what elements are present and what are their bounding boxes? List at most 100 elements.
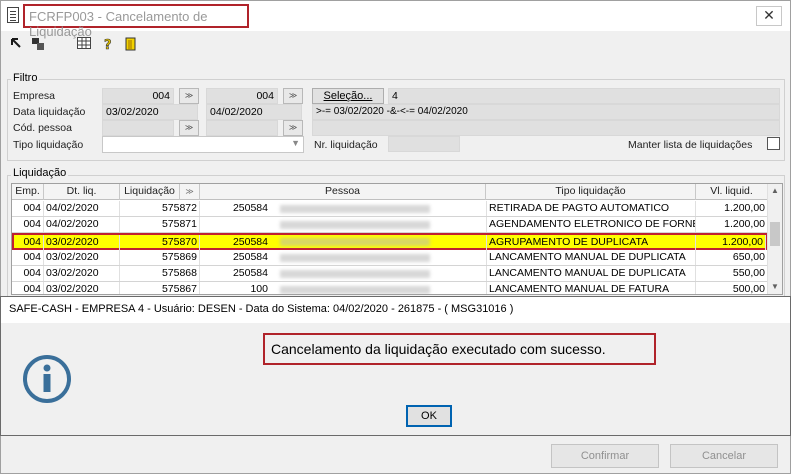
cell-valor: 500,00 — [696, 282, 768, 294]
redacted-name — [280, 238, 430, 246]
table-scrollbar[interactable]: ▲ ▼ — [767, 184, 782, 294]
selecao-button[interactable]: Seleção... — [312, 88, 384, 104]
cell-liq: 575869 — [120, 250, 200, 265]
windows-icon[interactable] — [31, 37, 45, 51]
cell-liq: 575872 — [120, 201, 200, 216]
cell-liq: 575870 — [120, 235, 200, 250]
confirmar-button[interactable]: Confirmar — [551, 444, 659, 468]
empresa-label: Empresa — [13, 90, 56, 102]
header-tipo-liquidacao[interactable]: Tipo liquidação — [486, 184, 696, 200]
empresa-to-field[interactable]: 004 — [206, 88, 278, 104]
cell-dt: 04/02/2020 — [44, 201, 120, 216]
empresa-to-lookup-button[interactable]: ≫ — [283, 88, 303, 104]
cod-pessoa-desc-field — [312, 120, 780, 136]
redacted-name — [280, 254, 430, 262]
cell-cod: 250584 — [232, 202, 268, 214]
table-row[interactable]: 004 03/02/2020 575869 250584 LANCAMENTO … — [12, 250, 768, 266]
cod-pessoa-from-field[interactable] — [102, 120, 174, 136]
cell-cod: 250584 — [232, 251, 268, 263]
cod-pessoa-from-lookup-button[interactable]: ≫ — [179, 120, 199, 136]
tipo-liquidacao-select[interactable]: ▼ — [102, 136, 304, 153]
liquidacao-group-title: Liquidação — [11, 167, 69, 179]
table-row[interactable]: 004 04/02/2020 575871 AGENDAMENTO ELETRO… — [12, 217, 768, 233]
cell-emp: 004 — [12, 250, 44, 265]
tipo-liquidacao-label: Tipo liquidação — [13, 139, 84, 151]
cell-cod: 250584 — [232, 267, 268, 279]
cell-tipo: LANCAMENTO MANUAL DE FATURA — [486, 282, 696, 294]
cell-emp: 004 — [12, 217, 44, 232]
nr-liquidacao-label: Nr. liquidação — [314, 139, 378, 151]
cod-pessoa-to-lookup-button[interactable]: ≫ — [283, 120, 303, 136]
cell-tipo: LANCAMENTO MANUAL DE DUPLICATA — [486, 266, 696, 281]
help-icon[interactable]: ? — [101, 37, 115, 54]
cell-valor: 1.200,00 — [696, 217, 768, 232]
scroll-up-icon[interactable]: ▲ — [771, 186, 779, 195]
header-emp[interactable]: Emp. — [12, 184, 44, 200]
exit-door-icon[interactable] — [124, 37, 138, 51]
cell-liq: 575867 — [120, 282, 200, 294]
cell-valor: 1.200,00 — [696, 235, 766, 250]
cell-cod: 100 — [250, 283, 268, 295]
selecao-expression-field: >-= 03/02/2020 -&-<-= 04/02/2020 — [312, 104, 780, 120]
cell-dt: 03/02/2020 — [44, 250, 120, 265]
filter-group-title: Filtro — [11, 72, 40, 84]
redacted-name — [280, 221, 430, 229]
table-row[interactable]: 004 03/02/2020 575868 250584 LANCAMENTO … — [12, 266, 768, 282]
cell-dt: 04/02/2020 — [44, 217, 120, 232]
header-pessoa[interactable]: Pessoa — [200, 184, 486, 200]
document-icon — [7, 7, 19, 23]
cancelar-button[interactable]: Cancelar — [670, 444, 778, 468]
empresa-from-lookup-button[interactable]: ≫ — [179, 88, 199, 104]
toolbar: ? — [1, 31, 790, 57]
table-header: Emp. Dt. liq. Liquidação ≫ Pessoa Tipo l… — [12, 184, 768, 200]
cell-liq: 575868 — [120, 266, 200, 281]
cell-dt: 03/02/2020 — [44, 282, 120, 294]
dialog-title: SAFE-CASH - EMPRESA 4 - Usuário: DESEN -… — [1, 297, 790, 323]
selecao-count-field: 4 — [388, 88, 780, 104]
cell-tipo: AGENDAMENTO ELETRONICO DE FORNEC — [486, 217, 696, 232]
grid-icon[interactable] — [77, 37, 91, 51]
data-to-field[interactable]: 04/02/2020 — [206, 104, 302, 120]
cell-emp: 004 — [12, 282, 44, 294]
cell-dt: 03/02/2020 — [44, 266, 120, 281]
message-dialog: SAFE-CASH - EMPRESA 4 - Usuário: DESEN -… — [0, 296, 791, 436]
title-highlight: FCRFP003 - Cancelamento de Liquidação — [23, 4, 249, 39]
info-icon — [22, 354, 72, 404]
cell-valor: 1.200,00 — [696, 201, 768, 216]
data-liquidacao-label: Data liquidação — [13, 106, 86, 118]
scroll-down-icon[interactable]: ▼ — [771, 282, 779, 291]
cell-liq: 575871 — [120, 217, 200, 232]
header-liquidacao[interactable]: Liquidação — [120, 184, 180, 200]
liquidacao-table[interactable]: Emp. Dt. liq. Liquidação ≫ Pessoa Tipo l… — [11, 183, 783, 295]
chevron-down-icon: ▼ — [291, 138, 300, 148]
cell-emp: 004 — [12, 201, 44, 216]
close-button[interactable]: ✕ — [756, 6, 782, 26]
header-vl-liquid[interactable]: Vl. liquid. — [696, 184, 768, 200]
nr-liquidacao-field[interactable] — [388, 136, 460, 152]
manter-lista-checkbox[interactable] — [767, 137, 780, 150]
svg-text:?: ? — [104, 38, 112, 51]
table-row[interactable]: 004 03/02/2020 575867 100 LANCAMENTO MAN… — [12, 282, 768, 295]
data-from-field[interactable]: 03/02/2020 — [102, 104, 198, 120]
scroll-thumb[interactable] — [770, 222, 780, 246]
cod-pessoa-label: Cód. pessoa — [13, 122, 72, 134]
empresa-from-field[interactable]: 004 — [102, 88, 174, 104]
title-bar: FCRFP003 - Cancelamento de Liquidação ✕ — [1, 1, 790, 39]
header-dt-liq[interactable]: Dt. liq. — [44, 184, 120, 200]
dialog-message: Cancelamento da liquidação executado com… — [263, 333, 656, 365]
table-row[interactable]: 004 04/02/2020 575872 250584 RETIRADA DE… — [12, 201, 768, 217]
cell-tipo: AGRUPAMENTO DE DUPLICATA — [486, 235, 696, 250]
cod-pessoa-to-field[interactable] — [206, 120, 278, 136]
redacted-name — [280, 270, 430, 278]
cell-cod — [200, 217, 270, 232]
ok-button[interactable]: OK — [406, 405, 452, 427]
arrow-icon[interactable] — [9, 37, 23, 51]
table-row-selected[interactable]: 004 03/02/2020 575870 250584 AGRUPAMENTO… — [12, 233, 768, 250]
cell-tipo: LANCAMENTO MANUAL DE DUPLICATA — [486, 250, 696, 265]
cell-cod: 250584 — [232, 236, 268, 248]
cell-valor: 550,00 — [696, 266, 768, 281]
cell-emp: 004 — [12, 235, 44, 250]
header-sort-button[interactable]: ≫ — [180, 184, 200, 200]
redacted-name — [280, 205, 430, 213]
cell-valor: 650,00 — [696, 250, 768, 265]
